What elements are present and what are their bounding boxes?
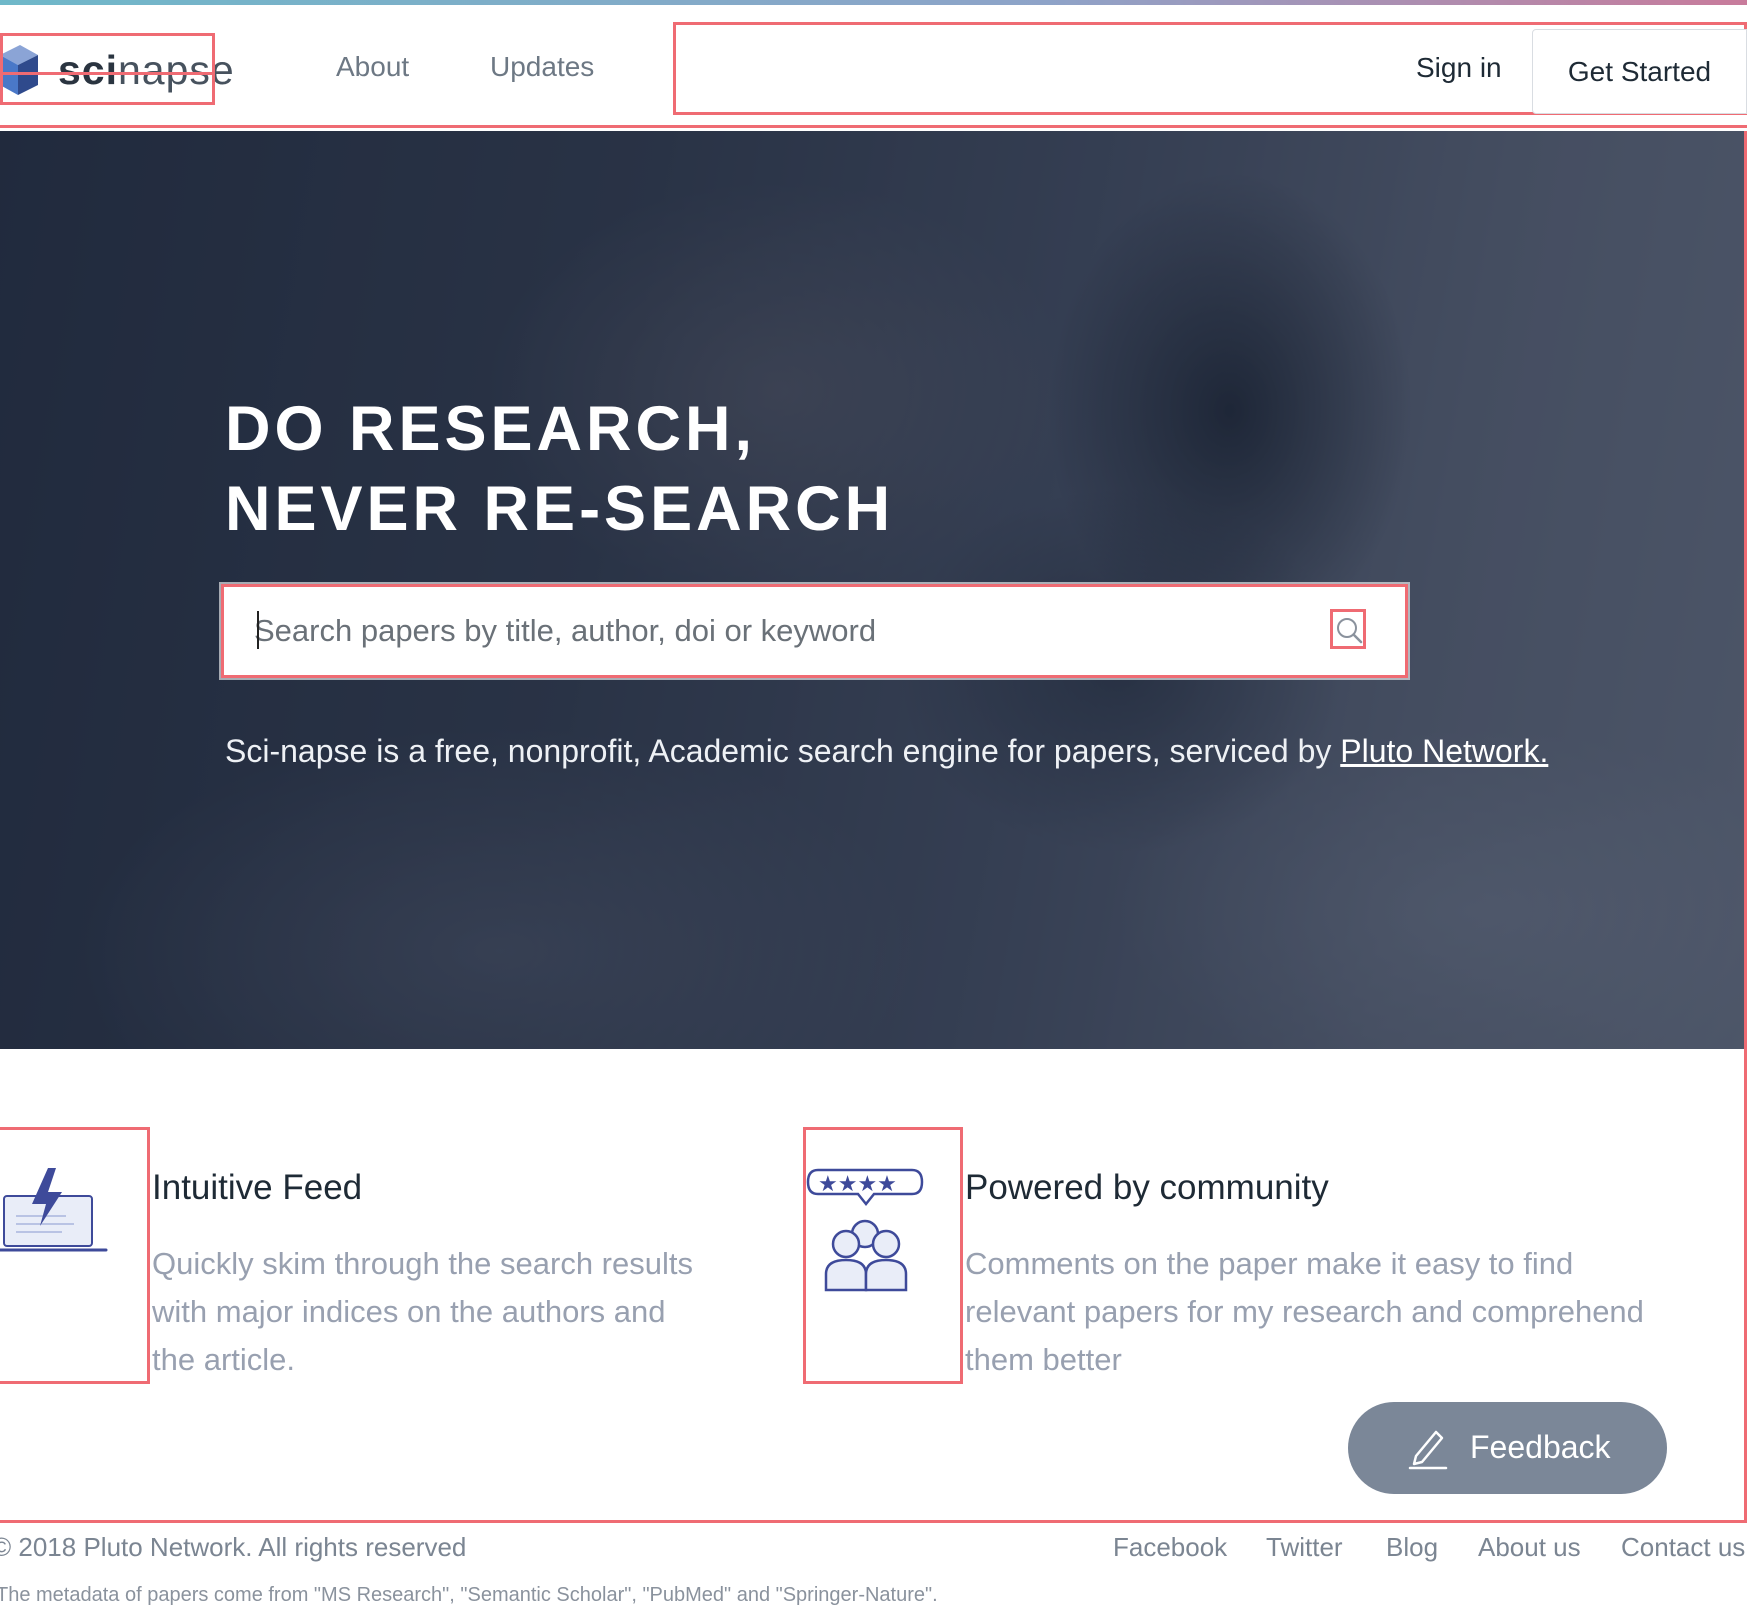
nav-updates-link[interactable]: Updates [490,51,594,83]
feedback-label: Feedback [1470,1429,1611,1465]
logo-wordmark: scinapse [58,47,235,93]
site-header: scinapse About Updates Sign in Get Start… [0,5,1747,130]
pencil-icon [1408,1430,1448,1470]
search-input[interactable] [254,605,1304,657]
footer-link-twitter[interactable]: Twitter [1266,1532,1343,1563]
search-box [221,584,1408,678]
feature-title-powered-by-community: Powered by community [965,1168,1329,1207]
logo-cube-icon [0,45,38,95]
logo-annotation-line [0,72,215,75]
search-icon [1337,618,1363,644]
feature-description-powered-by-community: Comments on the paper make it easy to fi… [965,1246,1644,1377]
hero-title-line-2: NEVER RE-SEARCH [225,474,895,544]
get-started-button[interactable]: Get Started [1532,29,1747,114]
community-rating-icon: ★★★★ [806,1168,924,1292]
pluto-network-link[interactable]: Pluto Network. [1340,733,1548,769]
laptop-lightning-icon [0,1168,108,1252]
header-bottom-annotation-line [0,125,1747,128]
sign-in-link[interactable]: Sign in [1416,52,1502,84]
footer-annotation-line [0,1520,1747,1523]
feedback-button[interactable]: Feedback [1348,1402,1667,1494]
feature-description-intuitive-feed: Quickly skim through the search results … [152,1246,693,1377]
svg-text:★★★★: ★★★★ [818,1172,897,1197]
hero-title: DO RESEARCH, NEVER RE-SEARCH [225,389,894,549]
hero-title-line-1: DO RESEARCH, [225,394,757,464]
scinapse-logo[interactable]: scinapse [0,33,234,105]
feature-title-intuitive-feed: Intuitive Feed [152,1168,363,1207]
footer-link-contact-us[interactable]: Contact us [1621,1532,1745,1563]
hero-section: DO RESEARCH, NEVER RE-SEARCH Sci-napse i… [0,131,1747,1049]
footer-link-blog[interactable]: Blog [1386,1532,1438,1563]
metadata-source-note: The metadata of papers come from "MS Res… [0,1584,938,1606]
hero-description: Sci-napse is a free, nonprofit, Academic… [225,733,1549,769]
nav-about-link[interactable]: About [336,51,409,83]
text-caret [257,611,259,649]
footer-link-facebook[interactable]: Facebook [1113,1532,1227,1563]
search-button[interactable] [1330,609,1366,649]
footer-link-about-us[interactable]: About us [1478,1532,1581,1563]
copyright-text: © 2018 Pluto Network. All rights reserve… [0,1532,467,1562]
